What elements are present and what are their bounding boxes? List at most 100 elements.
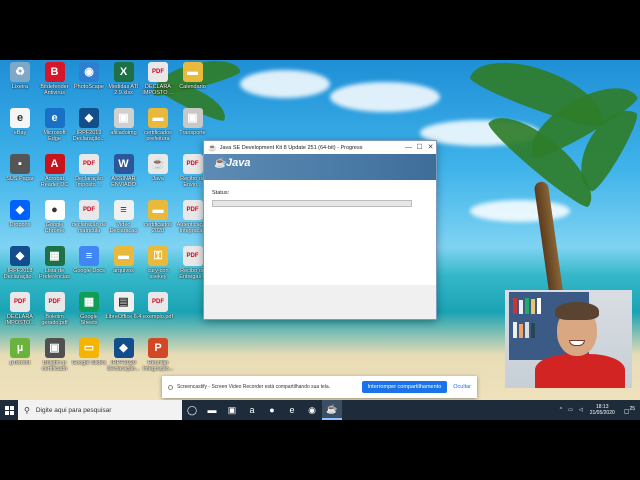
desktop-icon-label: Dropbox — [9, 222, 31, 228]
chrome-icon[interactable]: ◉ — [302, 400, 322, 420]
edge-icon: e — [44, 108, 65, 128]
edge-icon[interactable]: e — [282, 400, 302, 420]
file-explorer-icon[interactable]: ▬ — [202, 400, 222, 420]
desktop-icon-label: PhotoScape — [74, 84, 104, 90]
slides-icon: ▭ — [79, 338, 99, 358]
desktop-icon[interactable]: ▤ LibreOffice 6.4 — [106, 292, 142, 338]
clock-date: 21/05/2020 — [589, 410, 615, 416]
desktop-icon[interactable]: ☕ Java — [140, 154, 176, 200]
desktop-icon[interactable]: ● Google Chrome — [37, 200, 73, 246]
minimize-button[interactable]: — — [403, 141, 414, 154]
taskbar: ⚲ Digite aqui para pesquisar ◯ ▬ ▣ a ● e ◉ ☕ ^ … — [0, 400, 640, 420]
desktop-icon-label: Reunião Integração... — [142, 360, 174, 372]
firefox-icon[interactable]: ● — [262, 400, 282, 420]
photoscape-icon: ◉ — [79, 62, 99, 82]
java-logo-text: Java — [226, 157, 251, 169]
pdf-icon: PDF — [182, 200, 203, 220]
desktop-icon[interactable]: ▬ certificados 2020 — [140, 200, 176, 246]
desktop-icon[interactable]: W ASSINAR ENVIADO — [106, 154, 142, 200]
desktop-icon-label: declaração de matricula — [71, 222, 107, 234]
desktop-icon[interactable]: ▣ Boletim p certificado — [37, 338, 73, 384]
image-icon: ▣ — [44, 338, 65, 358]
taskbar-search[interactable]: ⚲ Digite aqui para pesquisar — [18, 400, 182, 420]
folder-icon: ▬ — [148, 108, 168, 128]
desktop-icon[interactable]: X Medidas ATI 2.9.xlsx — [106, 62, 142, 108]
desktop-icon[interactable]: PDF DECLARA IMPOSTO ... — [140, 62, 176, 108]
desktop-icon[interactable]: ◆ Dropbox — [2, 200, 38, 246]
desktop-icon[interactable]: e eBay — [2, 108, 38, 154]
desktop-icon[interactable]: ▬ Calendario — [175, 62, 211, 108]
desktop-icon[interactable]: ▬ certificados prefeitura — [140, 108, 176, 154]
libreoffice-icon: ▤ — [113, 292, 134, 312]
desktop-icon[interactable]: e Microsoft Edge — [37, 108, 73, 154]
hide-button[interactable]: Ocultar — [453, 384, 471, 390]
desktop-icon[interactable]: ▦ Lista de Preferências — [37, 246, 73, 292]
desktop-icon[interactable]: ◉ PhotoScape — [71, 62, 107, 108]
app-icon: ▪ — [10, 154, 30, 174]
desktop-icon[interactable]: ≡ Video Declaracao — [106, 200, 142, 246]
desktop-icon[interactable]: ◆ IRPF2020 Declaração... — [106, 338, 142, 384]
progress-bar — [212, 200, 412, 207]
person-hair — [555, 302, 599, 320]
network-icon[interactable]: ▭ — [565, 407, 576, 413]
cloud — [470, 200, 570, 222]
desktop-icon[interactable]: PDF Declaração Imposto ... — [71, 154, 107, 200]
desktop-icon-label: Google Chrome — [44, 222, 65, 234]
task-view-icon[interactable]: ◯ — [182, 400, 202, 420]
desktop-icon-label: Acrobat Reader DC — [40, 176, 69, 188]
excel-icon: X — [113, 62, 134, 82]
desktop-icon[interactable]: A Acrobat Reader DC — [37, 154, 73, 200]
pdf-icon: PDF — [148, 292, 168, 312]
powerpoint-icon: P — [148, 338, 168, 358]
irpf-icon: ◆ — [10, 246, 30, 266]
clock[interactable]: 18:13 21/05/2020 — [586, 404, 619, 416]
key-icon: ⚿ — [148, 246, 168, 266]
desktop-icon[interactable]: ▦ Google Sheets — [71, 292, 107, 338]
desktop-icon[interactable]: ▣ afiliadoimg — [106, 108, 142, 154]
pdf-icon: PDF — [44, 292, 65, 312]
desktop-icon[interactable]: ▭ Google Slides — [71, 338, 107, 384]
desktop-icon-label: Lista de Preferências — [39, 268, 70, 280]
java-icon: ☕ — [148, 154, 168, 174]
desktop-icon-label: Medidas ATI 2.9.xlsx — [108, 84, 139, 96]
desktop-icon[interactable]: PDF declaração de matricula — [71, 200, 107, 246]
folder-icon: ▬ — [182, 62, 203, 82]
desktop-icon-label: certificados 2020 — [144, 222, 172, 234]
notification-center-icon[interactable]: ▢25 — [619, 406, 640, 415]
desktop-icon-label: Google Docs — [73, 268, 105, 274]
desktop-icon-label: afiliadoimg — [110, 130, 137, 136]
amazon-icon[interactable]: a — [242, 400, 262, 420]
tray-chevron-icon[interactable]: ^ — [557, 407, 565, 413]
desktop-icon[interactable]: ⚿ cury-con ssekey — [140, 246, 176, 292]
desktop-icon[interactable]: PDF Boletim gerado.pdf — [37, 292, 73, 338]
desktop-icon[interactable]: ♻ Lixeira — [2, 62, 38, 108]
sheets-icon: ▦ — [79, 292, 99, 312]
pdf-icon: PDF — [182, 154, 203, 174]
desktop-icon[interactable]: PDF DECLARA IMPOSTO... — [2, 292, 38, 338]
close-button[interactable]: ✕ — [425, 141, 436, 154]
chrome-icon: ● — [44, 200, 65, 220]
desktop-icon[interactable]: ◆ IRPF2018 Declaração... — [2, 246, 38, 292]
maximize-button[interactable]: ☐ — [414, 141, 425, 154]
sharing-message: Screencastify - Screen Video Recorder es… — [177, 384, 331, 390]
store-icon[interactable]: ▣ — [222, 400, 242, 420]
volume-icon[interactable]: ◁ — [576, 407, 586, 413]
desktop-icon-label: cury-con ssekey — [147, 268, 169, 280]
docs-icon: ≡ — [79, 246, 99, 266]
dropbox-icon: ◆ — [10, 200, 30, 220]
desktop-icon[interactable]: ◆ IRPF2019 Declaração... — [71, 108, 107, 154]
cloud — [330, 82, 440, 112]
java-installer-window[interactable]: ☕ Java SE Development Kit 8 Update 251 (… — [203, 140, 437, 320]
desktop-icon[interactable]: ▬ arquivos — [106, 246, 142, 292]
start-button[interactable] — [0, 400, 18, 420]
desktop-icon[interactable]: ▪ SUS Pagar — [2, 154, 38, 200]
desktop-icon[interactable]: PDF exemplo.pdf — [140, 292, 176, 338]
desktop-icon[interactable]: ≡ Google Docs — [71, 246, 107, 292]
desktop-icon[interactable]: B Bitdefender Antivirus — [37, 62, 73, 108]
acrobat-icon: A — [44, 154, 65, 174]
java-installer-icon[interactable]: ☕ — [322, 400, 342, 420]
desktop-icon-label: LibreOffice 6.4 — [105, 314, 142, 320]
desktop-icon[interactable]: µ µTorrent — [2, 338, 38, 384]
stop-sharing-button[interactable]: Interromper compartilhamento — [361, 381, 448, 393]
window-titlebar[interactable]: ☕ Java SE Development Kit 8 Update 251 (… — [204, 141, 436, 154]
